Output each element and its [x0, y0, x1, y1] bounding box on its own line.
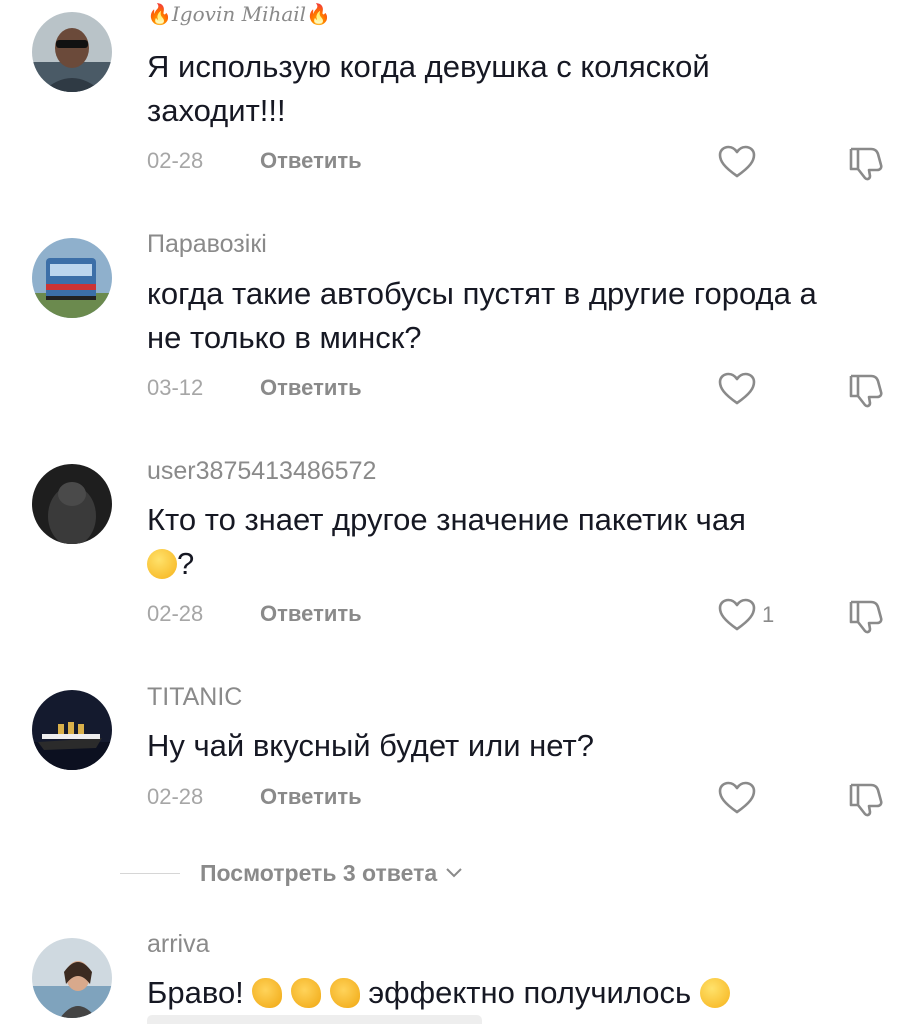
like-button[interactable]: 1: [718, 598, 774, 632]
comment-meta: 02-28 Ответить: [147, 779, 362, 815]
fire-icon: 🔥: [147, 2, 172, 26]
heart-icon: [718, 781, 756, 814]
avatar[interactable]: [32, 690, 112, 770]
view-replies-label: Посмотреть 3 ответа: [200, 859, 438, 886]
comment-username[interactable]: arriva: [147, 930, 210, 959]
dislike-button[interactable]: [847, 598, 887, 639]
comment-date: 02-28: [147, 784, 204, 809]
comment-text: Ну чай вкусный будет или нет?: [147, 728, 594, 763]
comment-text: когда такие автобусы пустят в другие гор…: [147, 276, 817, 355]
reply-button[interactable]: Ответить: [260, 375, 362, 401]
thumbs-down-icon: [849, 783, 883, 817]
like-button[interactable]: [718, 372, 756, 406]
comment-username[interactable]: 🔥Igovin Mihail🔥: [147, 2, 331, 26]
comment-meta: 02-28 Ответить: [147, 143, 362, 179]
heart-icon: [718, 598, 756, 631]
like-button[interactable]: [718, 781, 756, 815]
chevron-down-icon: [446, 868, 462, 878]
view-replies-button[interactable]: Посмотреть 3 ответа: [120, 855, 463, 891]
avatar[interactable]: [32, 238, 112, 318]
thumbs-down-icon: [849, 600, 883, 634]
divider: [120, 872, 180, 874]
comment-text: Я использую когда девушка с коляской зах…: [147, 49, 710, 128]
fire-icon: 🔥: [306, 2, 331, 26]
like-count: 1: [762, 602, 775, 627]
avatar[interactable]: [32, 12, 112, 92]
comment-text: Кто то знает другое значение пакетик чая…: [147, 502, 746, 581]
comment-username[interactable]: TITANIC: [147, 683, 242, 712]
thumbs-down-icon: [849, 147, 883, 181]
next-content-edge: [147, 1015, 482, 1024]
reply-button[interactable]: Ответить: [260, 148, 362, 174]
like-button[interactable]: [718, 145, 756, 179]
clapping-hands-icon: [252, 978, 283, 1008]
laughing-emoji-icon: [147, 549, 177, 579]
avatar[interactable]: [32, 938, 112, 1018]
comment-meta: 03-12 Ответить: [147, 370, 362, 406]
dislike-button[interactable]: [847, 372, 887, 413]
dislike-button[interactable]: [847, 145, 887, 186]
heart-icon: [718, 145, 756, 178]
thumbs-down-icon: [849, 374, 883, 408]
reply-button[interactable]: Ответить: [260, 784, 362, 810]
comment-meta: 02-28 Ответить: [147, 596, 362, 632]
heart-icon: [718, 372, 756, 405]
comment-username[interactable]: Паравозікі: [147, 230, 267, 259]
clapping-hands-icon: [291, 978, 322, 1008]
comment-date: 03-12: [147, 375, 204, 400]
reply-button[interactable]: Ответить: [260, 601, 362, 627]
dislike-button[interactable]: [847, 781, 887, 822]
comment-username[interactable]: user3875413486572: [147, 457, 376, 486]
comment-date: 02-28: [147, 148, 204, 173]
comment-text: Браво! эффектно получилось: [147, 971, 847, 1015]
comment-date: 02-28: [147, 601, 204, 626]
smiling-hearts-emoji-icon: [699, 978, 730, 1008]
avatar[interactable]: [32, 464, 112, 544]
clapping-hands-icon: [329, 978, 360, 1008]
